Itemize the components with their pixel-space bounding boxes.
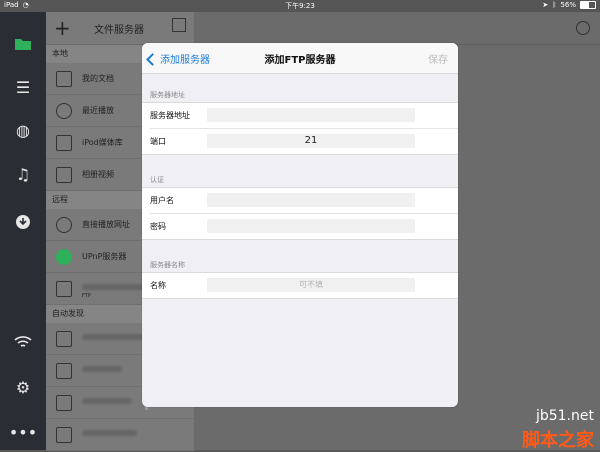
auth-group: 用户名 密码 — [142, 187, 458, 240]
globe-icon[interactable]: ◍ — [13, 120, 33, 140]
music-icon[interactable]: ♫ — [13, 164, 33, 184]
film-icon — [56, 167, 72, 183]
more-icon[interactable]: ••• — [9, 422, 37, 442]
wifi-icon[interactable] — [13, 332, 33, 352]
monitor-icon — [56, 363, 72, 379]
status-time: 下午9:23 — [285, 2, 315, 10]
watermark: jb51.net 脚本之家 — [494, 408, 594, 451]
battery-percent: 56% — [560, 1, 576, 9]
link-icon — [56, 217, 72, 233]
bluetooth-icon: ᛒ — [552, 1, 557, 9]
save-button[interactable]: 保存 — [428, 51, 448, 66]
panel-title: 文件服务器 — [94, 25, 144, 36]
group-label-server-address: 服务器地址 — [150, 91, 185, 99]
watermark-text: 脚本之家 — [522, 430, 594, 451]
download-icon[interactable] — [13, 212, 33, 232]
gear-icon[interactable]: ⚙ — [13, 377, 33, 397]
password-row: 密码 — [150, 213, 458, 239]
server-address-group: 服务器地址 端口 21 — [142, 102, 458, 155]
status-bar: iPad ◔ 下午9:23 ➤ ᛒ 56% — [0, 0, 600, 12]
upnp-icon — [56, 249, 72, 265]
monitor-icon — [56, 331, 72, 347]
server-address-row: 服务器地址 — [142, 103, 458, 128]
username-input[interactable] — [207, 193, 415, 207]
ftp-server-icon — [56, 281, 72, 297]
group-label-auth: 认证 — [150, 176, 164, 184]
name-row: 名称 可不填 — [142, 273, 458, 298]
port-input[interactable]: 21 — [207, 134, 415, 148]
group-label-server-name: 服务器名称 — [150, 261, 185, 269]
username-row: 用户名 — [142, 188, 458, 213]
add-ftp-server-dialog: 添加服务器 添加FTP服务器 保存 服务器地址 服务器地址 端口 21 认证 用… — [142, 43, 458, 407]
password-input[interactable] — [207, 219, 415, 233]
dialog-title: 添加FTP服务器 — [264, 55, 336, 66]
name-input[interactable]: 可不填 — [207, 278, 415, 292]
port-row: 端口 21 — [150, 128, 458, 154]
left-rail: ☰ ◍ ♫ ⚙ ••• — [0, 12, 46, 450]
info-icon[interactable] — [576, 21, 590, 35]
watermark-site: jb51.net — [535, 408, 594, 424]
server-name-group: 名称 可不填 — [142, 272, 458, 299]
folder-icon[interactable] — [13, 34, 33, 54]
edit-icon[interactable] — [172, 18, 186, 32]
dialog-nav-bar: 添加服务器 添加FTP服务器 保存 — [142, 43, 458, 74]
list-item[interactable] — [46, 419, 194, 451]
clock-icon — [56, 103, 72, 119]
add-icon[interactable]: + — [54, 16, 71, 40]
content-toolbar — [194, 12, 600, 45]
battery-icon — [580, 1, 596, 9]
monitor-icon — [56, 427, 72, 443]
ipod-icon — [56, 135, 72, 151]
monitor-icon — [56, 395, 72, 411]
location-icon: ➤ — [542, 1, 549, 9]
list-icon[interactable]: ☰ — [13, 77, 33, 97]
document-icon — [56, 71, 72, 87]
panel-header: + 文件服务器 — [46, 12, 194, 45]
server-address-input[interactable] — [207, 108, 415, 122]
